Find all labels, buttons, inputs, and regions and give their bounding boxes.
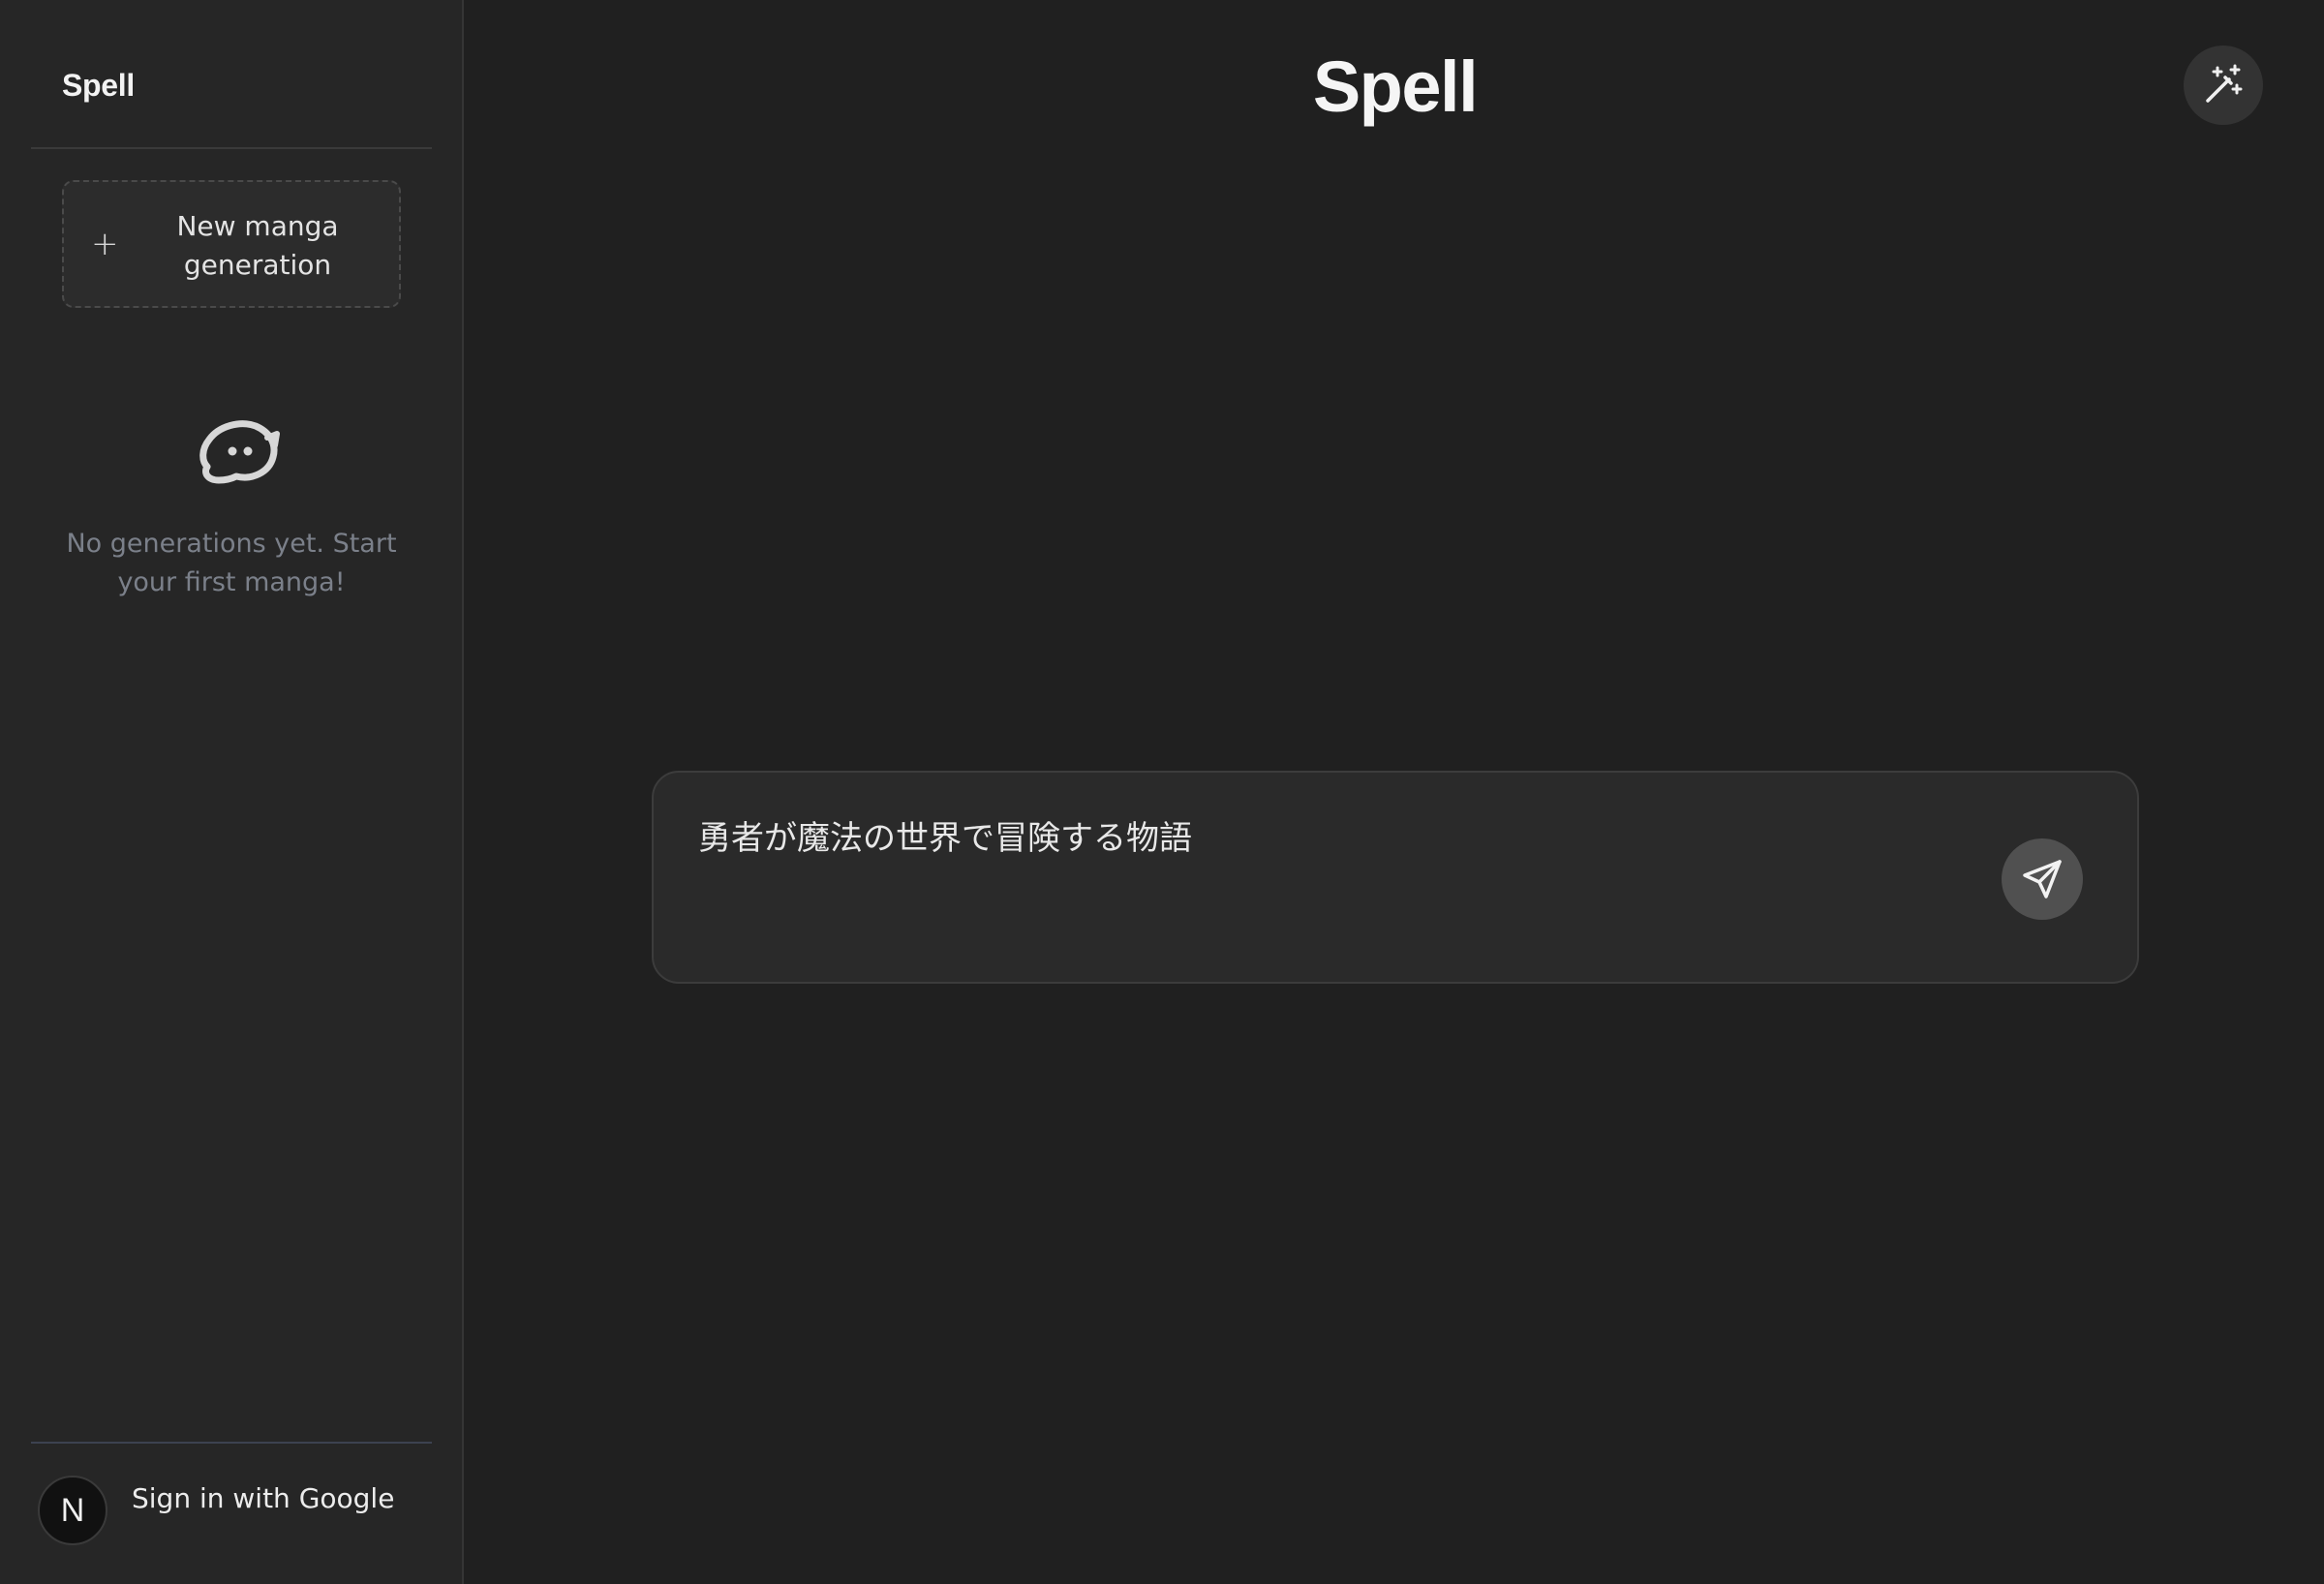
plus-icon: + bbox=[91, 225, 119, 263]
app-root: Spell + New manga generation No generati… bbox=[0, 0, 2324, 1584]
sidebar-divider bbox=[31, 147, 432, 149]
send-icon bbox=[2023, 860, 2062, 899]
sidebar-divider-bottom bbox=[31, 1442, 432, 1444]
magic-wand-icon bbox=[2206, 64, 2243, 103]
avatar[interactable]: N bbox=[38, 1476, 107, 1545]
new-manga-generation-button[interactable]: + New manga generation bbox=[62, 180, 401, 308]
page-title: Spell bbox=[1312, 46, 1479, 127]
sign-in-with-google-button[interactable]: Sign in with Google bbox=[132, 1479, 394, 1518]
send-button[interactable] bbox=[2002, 838, 2083, 920]
chat-bubble-icon bbox=[199, 416, 281, 488]
magic-wand-button[interactable] bbox=[2184, 46, 2263, 125]
empty-state-text: No generations yet. Start your first man… bbox=[66, 529, 397, 597]
sidebar-title: Spell bbox=[62, 68, 135, 103]
new-manga-generation-label: New manga generation bbox=[176, 210, 339, 281]
prompt-input[interactable]: 勇者が魔法の世界で冒険する物語 bbox=[698, 815, 1957, 941]
main-area: Spell 勇者が魔法の世界で冒険する物語 bbox=[466, 0, 2324, 1584]
sidebar: Spell + New manga generation No generati… bbox=[0, 0, 464, 1584]
prompt-box: 勇者が魔法の世界で冒険する物語 bbox=[652, 771, 2139, 984]
